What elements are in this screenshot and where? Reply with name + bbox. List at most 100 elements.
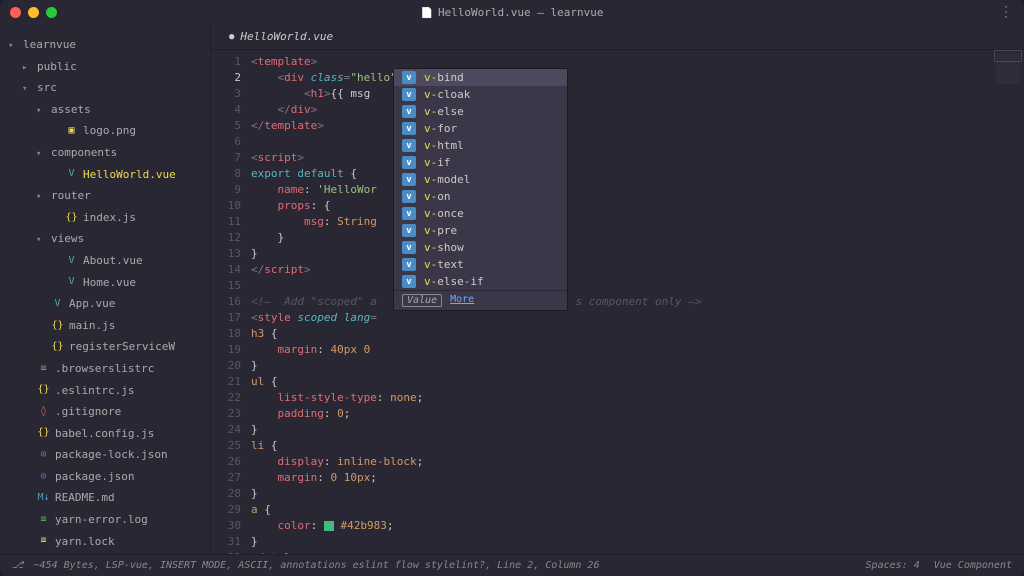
code-line[interactable]: margin: 40px 0 xyxy=(251,342,1024,358)
code-line[interactable]: } xyxy=(251,534,1024,550)
tab-label: HelloWorld.vue xyxy=(240,30,333,43)
overflow-menu-button[interactable]: ⋮ xyxy=(999,4,1014,20)
code-line[interactable]: name: 'HelloWor xyxy=(251,182,1024,198)
code-area[interactable]: <template> <div class="hello" v-> <h1>{{… xyxy=(251,50,1024,554)
autocomplete-item[interactable]: vv-bind xyxy=(394,69,567,86)
code-line[interactable]: } xyxy=(251,246,1024,262)
code-line[interactable]: li { xyxy=(251,438,1024,454)
minimize-button[interactable] xyxy=(28,7,39,18)
tree-item[interactable]: ▣logo.png xyxy=(8,120,202,142)
tree-item[interactable]: assets xyxy=(8,99,202,121)
code-line[interactable]: ul { xyxy=(251,374,1024,390)
code-line[interactable]: </style> xyxy=(251,550,1024,554)
code-line[interactable]: } xyxy=(251,230,1024,246)
code-line[interactable] xyxy=(251,278,1024,294)
autocomplete-popup[interactable]: vv-bindvv-cloakvv-elsevv-forvv-htmlvv-if… xyxy=(393,68,568,311)
autocomplete-item[interactable]: vv-pre xyxy=(394,222,567,239)
code-line[interactable]: <template> xyxy=(251,54,1024,70)
code-line[interactable]: </template> xyxy=(251,118,1024,134)
code-line[interactable] xyxy=(251,134,1024,150)
code-line[interactable]: <div class="hello" v-> xyxy=(251,70,1024,86)
tree-item[interactable]: ≡.browserslistrc xyxy=(8,358,202,380)
code-line[interactable]: </script> xyxy=(251,262,1024,278)
code-line[interactable]: margin: 0 10px; xyxy=(251,470,1024,486)
code-line[interactable]: h3 { xyxy=(251,326,1024,342)
minimap[interactable] xyxy=(996,54,1020,114)
autocomplete-item[interactable]: vv-cloak xyxy=(394,86,567,103)
maximize-button[interactable] xyxy=(46,7,57,18)
code-line[interactable]: display: inline-block; xyxy=(251,454,1024,470)
tree-item[interactable]: VApp.vue xyxy=(8,293,202,315)
tree-item[interactable]: M↓README.md xyxy=(8,487,202,509)
code-line[interactable]: } xyxy=(251,358,1024,374)
autocomplete-item[interactable]: vv-html xyxy=(394,137,567,154)
line-number: 19 xyxy=(211,342,241,358)
tree-item[interactable]: ≡yarn.lock xyxy=(8,531,202,553)
tree-item[interactable]: ⊙package.json xyxy=(8,466,202,488)
tree-item[interactable]: {}main.js xyxy=(8,315,202,337)
autocomplete-item[interactable]: vv-on xyxy=(394,188,567,205)
autocomplete-more-link[interactable]: More xyxy=(450,294,474,307)
tree-item[interactable]: VHelloWorld.vue xyxy=(8,164,202,186)
line-number: 5 xyxy=(211,118,241,134)
autocomplete-item[interactable]: vv-else xyxy=(394,103,567,120)
code-line[interactable]: } xyxy=(251,422,1024,438)
autocomplete-item[interactable]: vv-text xyxy=(394,256,567,273)
status-spaces[interactable]: Spaces: 4 xyxy=(866,560,920,571)
tree-item[interactable]: {}.eslintrc.js xyxy=(8,380,202,402)
tab-active[interactable]: HelloWorld.vue xyxy=(219,26,343,47)
tree-item[interactable]: ◊.gitignore xyxy=(8,401,202,423)
code-line[interactable]: } xyxy=(251,486,1024,502)
tree-item[interactable]: {}babel.config.js xyxy=(8,423,202,445)
tree-item[interactable]: VHome.vue xyxy=(8,272,202,294)
tree-item[interactable]: public xyxy=(8,56,202,78)
tree-item[interactable]: {}registerServiceW xyxy=(8,336,202,358)
tree-item[interactable]: ⊙package-lock.json xyxy=(8,444,202,466)
code-line[interactable]: msg: String xyxy=(251,214,1024,230)
code-line[interactable]: </div> xyxy=(251,102,1024,118)
code-line[interactable]: color: #42b983; xyxy=(251,518,1024,534)
chevron-icon xyxy=(22,468,32,486)
code-line[interactable]: <h1>{{ msg xyxy=(251,86,1024,102)
autocomplete-item[interactable]: vv-show xyxy=(394,239,567,256)
line-number: 1 xyxy=(211,54,241,70)
autocomplete-item[interactable]: vv-else-if xyxy=(394,273,567,290)
tree-item-label: package-lock.json xyxy=(55,446,168,464)
code-line[interactable]: export default { xyxy=(251,166,1024,182)
tree-item[interactable]: router xyxy=(8,185,202,207)
chevron-icon xyxy=(22,533,32,551)
file-type-icon: ≡ xyxy=(37,512,50,528)
tree-item-label: logo.png xyxy=(83,122,136,140)
tree-item[interactable]: views xyxy=(8,228,202,250)
tree-item[interactable]: {}index.js xyxy=(8,207,202,229)
close-button[interactable] xyxy=(10,7,21,18)
tree-item-label: views xyxy=(51,230,84,248)
code-line[interactable]: list-style-type: none; xyxy=(251,390,1024,406)
chevron-icon xyxy=(50,274,60,292)
code-editor[interactable]: 1234567891011121314151617181920212223242… xyxy=(211,50,1024,554)
tree-item-label: yarn-error.log xyxy=(55,511,148,529)
code-line[interactable]: props: { xyxy=(251,198,1024,214)
autocomplete-item[interactable]: vv-if xyxy=(394,154,567,171)
code-line[interactable]: <!— Add "scoped" a s component only —> xyxy=(251,294,1024,310)
status-language[interactable]: Vue Component xyxy=(934,560,1012,571)
code-line[interactable]: <style scoped lang= xyxy=(251,310,1024,326)
autocomplete-label: v-html xyxy=(424,139,464,152)
file-tree[interactable]: learnvuepublicsrcassets▣logo.pngcomponen… xyxy=(0,24,210,554)
tree-item[interactable]: VAbout.vue xyxy=(8,250,202,272)
minimap-thumb[interactable] xyxy=(994,50,1022,62)
autocomplete-item[interactable]: vv-model xyxy=(394,171,567,188)
autocomplete-item[interactable]: vv-for xyxy=(394,120,567,137)
autocomplete-item[interactable]: vv-once xyxy=(394,205,567,222)
code-line[interactable]: <script> xyxy=(251,150,1024,166)
chevron-icon xyxy=(36,187,46,205)
tree-item[interactable]: ≡ yarn-error.log xyxy=(8,509,202,531)
line-number: 29 xyxy=(211,502,241,518)
tree-item[interactable]: learnvue xyxy=(8,34,202,56)
code-line[interactable]: a { xyxy=(251,502,1024,518)
tree-item[interactable]: components xyxy=(8,142,202,164)
line-number: 20 xyxy=(211,358,241,374)
code-line[interactable]: padding: 0; xyxy=(251,406,1024,422)
file-type-icon: V xyxy=(65,274,78,290)
tree-item[interactable]: src xyxy=(8,77,202,99)
